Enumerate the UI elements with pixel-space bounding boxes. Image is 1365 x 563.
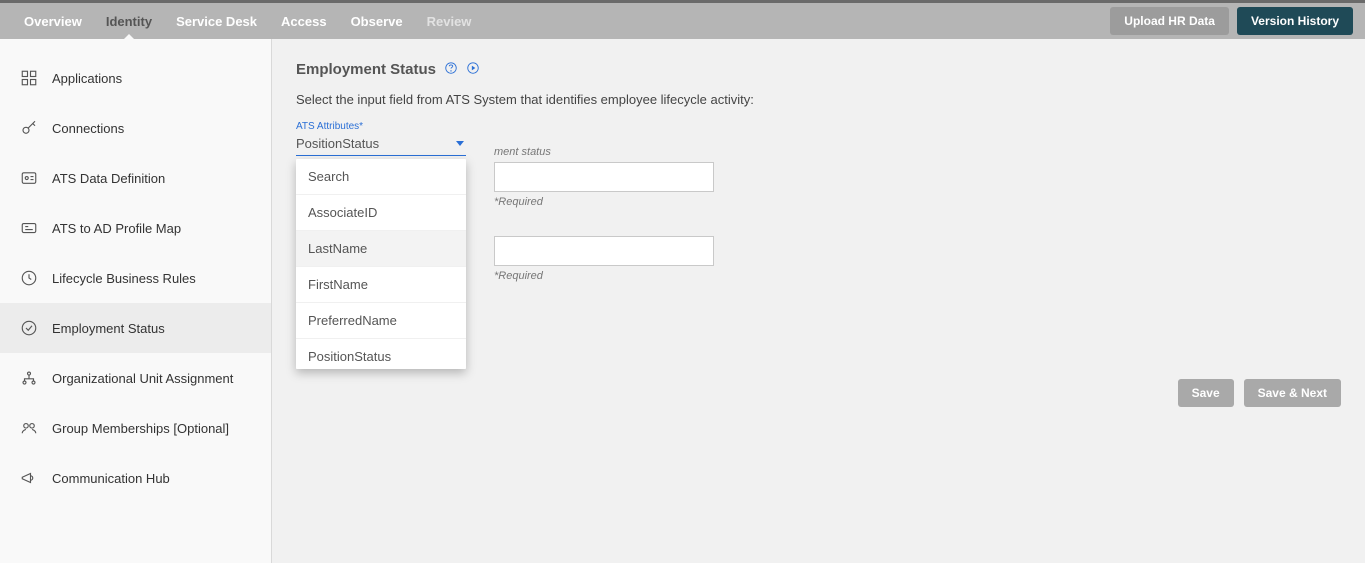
sidebar-item-group-memberships[interactable]: Group Memberships [Optional] (0, 403, 271, 453)
sidebar-item-organizational-unit-assignment[interactable]: Organizational Unit Assignment (0, 353, 271, 403)
sidebar-item-label: Lifecycle Business Rules (52, 271, 196, 286)
save-button[interactable]: Save (1178, 379, 1234, 407)
group-icon (20, 419, 38, 437)
nav-observe[interactable]: Observe (339, 3, 415, 39)
top-nav: Overview Identity Service Desk Access Ob… (12, 3, 483, 39)
dropdown-option[interactable]: FirstName (296, 267, 466, 303)
ats-attributes-dropdown[interactable]: Search AssociateID LastName FirstName Pr… (296, 159, 466, 369)
nav-access[interactable]: Access (269, 3, 339, 39)
clock-icon (20, 269, 38, 287)
sidebar-item-label: Communication Hub (52, 471, 170, 486)
grid-icon (20, 69, 38, 87)
key-icon (20, 119, 38, 137)
ats-attributes-select[interactable]: PositionStatus (296, 132, 466, 156)
nav-review[interactable]: Review (415, 3, 484, 39)
nav-overview[interactable]: Overview (12, 3, 94, 39)
sidebar-item-employment-status[interactable]: Employment Status (0, 303, 271, 353)
required-hint: *Required (494, 270, 756, 282)
badge-icon (20, 219, 38, 237)
dropdown-option[interactable]: AssociateID (296, 195, 466, 231)
sidebar: Applications Connections ATS Data Defini… (0, 39, 272, 563)
sidebar-item-label: Applications (52, 71, 122, 86)
version-history-button[interactable]: Version History (1237, 7, 1353, 35)
check-circle-icon (20, 319, 38, 337)
sidebar-item-connections[interactable]: Connections (0, 103, 271, 153)
dropdown-option[interactable]: PreferredName (296, 303, 466, 339)
dropdown-option[interactable]: PositionStatus (296, 339, 466, 369)
sidebar-item-lifecycle-business-rules[interactable]: Lifecycle Business Rules (0, 253, 271, 303)
ats-attributes-value: PositionStatus (296, 136, 379, 151)
sidebar-item-label: ATS Data Definition (52, 171, 165, 186)
id-card-icon (20, 169, 38, 187)
megaphone-icon (20, 469, 38, 487)
upload-hr-data-button[interactable]: Upload HR Data (1110, 7, 1229, 35)
org-icon (20, 369, 38, 387)
status-input-2[interactable] (494, 236, 714, 266)
page-title: Employment Status (296, 61, 436, 78)
topbar: Overview Identity Service Desk Access Ob… (0, 0, 1365, 39)
help-icon[interactable] (444, 61, 458, 78)
sidebar-item-ats-to-ad-profile-map[interactable]: ATS to AD Profile Map (0, 203, 271, 253)
ats-attributes-label: ATS Attributes* (296, 121, 756, 132)
action-row: Save Save & Next (1178, 379, 1341, 407)
required-hint: *Required (494, 196, 756, 208)
sidebar-item-communication-hub[interactable]: Communication Hub (0, 453, 271, 503)
sidebar-item-label: Employment Status (52, 321, 165, 336)
sidebar-item-label: Connections (52, 121, 124, 136)
play-icon[interactable] (466, 61, 480, 78)
sidebar-item-label: ATS to AD Profile Map (52, 221, 181, 236)
sidebar-item-ats-data-definition[interactable]: ATS Data Definition (0, 153, 271, 203)
dropdown-option[interactable]: LastName (296, 231, 466, 267)
chevron-down-icon (456, 141, 464, 146)
save-next-button[interactable]: Save & Next (1244, 379, 1341, 407)
nav-service-desk[interactable]: Service Desk (164, 3, 269, 39)
sidebar-item-label: Organizational Unit Assignment (52, 371, 233, 386)
sidebar-item-label: Group Memberships [Optional] (52, 421, 229, 436)
nav-identity[interactable]: Identity (94, 3, 164, 39)
status-input-1[interactable] (494, 162, 714, 192)
main-content: Employment Status Select the input field… (272, 39, 1365, 563)
sidebar-item-applications[interactable]: Applications (0, 53, 271, 103)
page-subtitle: Select the input field from ATS System t… (296, 92, 1341, 107)
dropdown-search[interactable]: Search (296, 159, 466, 195)
status-field-label-partial: ment status (494, 146, 756, 158)
